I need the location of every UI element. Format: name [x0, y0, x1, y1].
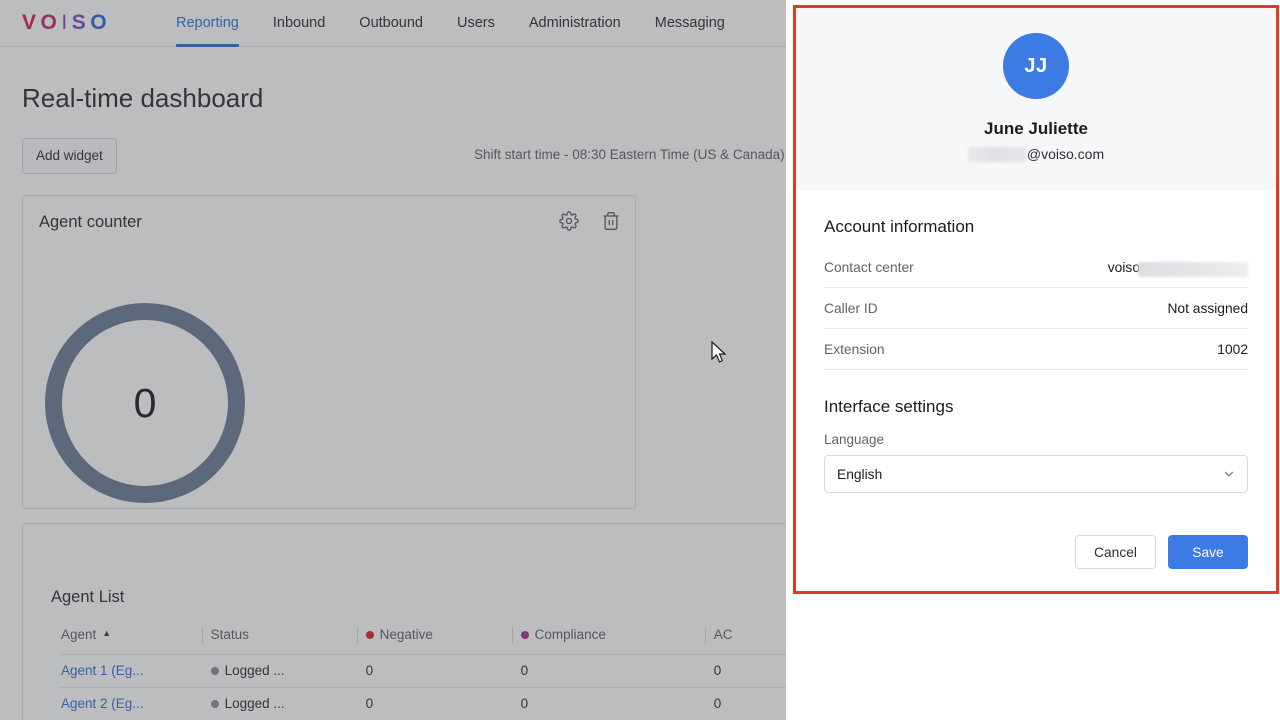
background-application: V O I S O Reporting Inbound Outbound Use…	[0, 0, 786, 720]
cell-agent[interactable]: Agent 2 (Eg...	[61, 687, 211, 720]
cell-compliance: 0	[520, 654, 714, 688]
avatar: JJ	[1003, 33, 1069, 99]
account-information-title: Account information	[824, 217, 975, 236]
status-text: Logged ...	[224, 663, 285, 678]
agent-link[interactable]: Agent 2 (Eg...	[61, 696, 144, 711]
user-email: @voiso.com	[967, 146, 1105, 162]
email-domain: @voiso.com	[1026, 146, 1105, 162]
compliance-indicator-dot	[520, 630, 529, 639]
widget-title: Agent counter	[39, 212, 142, 231]
nav-item-reporting[interactable]: Reporting	[176, 0, 239, 47]
status-text: Logged ...	[224, 696, 285, 711]
info-label: Caller ID	[824, 300, 878, 316]
column-header-agent[interactable]: Agent ▲	[61, 626, 211, 655]
agent-counter-value: 0	[133, 379, 157, 426]
cell-ac: 0	[713, 687, 786, 720]
logo-letter: O	[40, 11, 62, 34]
sort-ascending-icon: ▲	[102, 628, 112, 639]
status-dot	[210, 666, 219, 675]
agent-list-table: Agent ▲ Status Negative Compliance AC Ag…	[61, 626, 786, 720]
info-row-caller-id: Caller ID Not assigned	[824, 288, 1248, 329]
cell-ac: 0	[713, 654, 786, 688]
info-row-extension: Extension 1002	[824, 329, 1248, 370]
column-header-ac[interactable]: AC	[713, 626, 786, 655]
cell-negative: 0	[365, 654, 521, 688]
nav-item-administration[interactable]: Administration	[529, 0, 621, 47]
status-dot	[210, 699, 219, 708]
profile-header: JJ June Juliette @voiso.com	[796, 8, 1276, 190]
profile-body: Account information Contact center voiso…	[796, 190, 1276, 535]
nav-item-users[interactable]: Users	[457, 0, 495, 47]
language-select[interactable]: English	[824, 455, 1248, 493]
info-label: Extension	[824, 341, 885, 357]
info-value: Not assigned	[1167, 300, 1248, 316]
shift-start-time-label: Shift start time - 08:30 Eastern Time (U…	[474, 147, 785, 162]
column-header-negative[interactable]: Negative	[365, 626, 521, 655]
screen: V O I S O Reporting Inbound Outbound Use…	[0, 0, 1280, 720]
contact-center-value: voiso	[1107, 259, 1140, 275]
user-name: June Juliette	[984, 119, 1088, 138]
profile-footer: Cancel Save	[796, 535, 1276, 591]
user-profile-panel: JJ June Juliette @voiso.com Account info…	[793, 5, 1279, 594]
redacted-email-local-part	[967, 146, 1026, 162]
negative-indicator-dot	[365, 630, 374, 639]
nav-items: Reporting Inbound Outbound Users Adminis…	[176, 0, 759, 47]
add-widget-button[interactable]: Add widget	[22, 138, 117, 174]
page-title: Real-time dashboard	[22, 83, 264, 113]
info-value: 1002	[1217, 341, 1248, 357]
column-label: Agent	[61, 627, 97, 643]
widget-actions	[559, 211, 621, 231]
column-label: Negative	[379, 627, 433, 643]
dashboard-toolbar: Add widget Shift start time - 08:30 East…	[22, 138, 786, 174]
table-row[interactable]: Agent 2 (Eg... Logged ... 0 0 0	[61, 687, 786, 720]
cell-agent[interactable]: Agent 1 (Eg...	[61, 654, 211, 688]
cell-compliance: 0	[520, 687, 714, 720]
column-header-compliance[interactable]: Compliance	[520, 626, 714, 655]
logo-letter: V	[22, 11, 41, 34]
agent-list-title: Agent List	[51, 588, 125, 606]
cell-status: Logged ...	[210, 687, 366, 720]
voiso-logo[interactable]: V O I S O	[22, 11, 126, 35]
column-label: AC	[713, 627, 733, 643]
save-button[interactable]: Save	[1168, 535, 1248, 569]
chevron-down-icon	[1222, 467, 1236, 481]
info-value: voiso	[1107, 259, 1248, 277]
interface-settings-title: Interface settings	[824, 397, 954, 416]
info-row-contact-center: Contact center voiso	[824, 247, 1248, 288]
page-content: Real-time dashboard Add widget Shift sta…	[0, 47, 786, 720]
table-row[interactable]: Agent 1 (Eg... Logged ... 0 0 0	[61, 654, 786, 688]
logo-letter: S	[71, 11, 91, 34]
language-selected-value: English	[837, 466, 883, 482]
cell-negative: 0	[365, 687, 521, 720]
logo-letter: O	[90, 11, 112, 34]
info-label: Contact center	[824, 259, 914, 275]
column-label: Compliance	[534, 627, 606, 643]
cancel-button[interactable]: Cancel	[1075, 535, 1156, 569]
agent-link[interactable]: Agent 1 (Eg...	[61, 663, 144, 678]
nav-item-outbound[interactable]: Outbound	[359, 0, 423, 47]
redacted-contact-center-suffix	[1138, 261, 1248, 277]
trash-icon[interactable]	[601, 211, 621, 231]
language-label: Language	[824, 432, 885, 447]
logo-letter: I	[61, 11, 72, 34]
cell-status: Logged ...	[210, 654, 366, 688]
column-label: Status	[210, 627, 249, 643]
gear-icon[interactable]	[559, 211, 579, 231]
top-navigation-bar: V O I S O Reporting Inbound Outbound Use…	[0, 0, 786, 47]
widget-agent-list: Agent List Agent ▲ Status Negative Compl…	[22, 523, 786, 720]
column-header-status[interactable]: Status	[210, 626, 366, 655]
widget-agent-counter: Agent counter 0	[22, 195, 636, 509]
nav-item-messaging[interactable]: Messaging	[655, 0, 725, 47]
agent-counter-chart: 0	[23, 248, 637, 510]
nav-item-inbound[interactable]: Inbound	[273, 0, 325, 47]
widget-header: Agent counter	[23, 196, 635, 248]
table-header-row: Agent ▲ Status Negative Compliance AC	[61, 626, 786, 655]
